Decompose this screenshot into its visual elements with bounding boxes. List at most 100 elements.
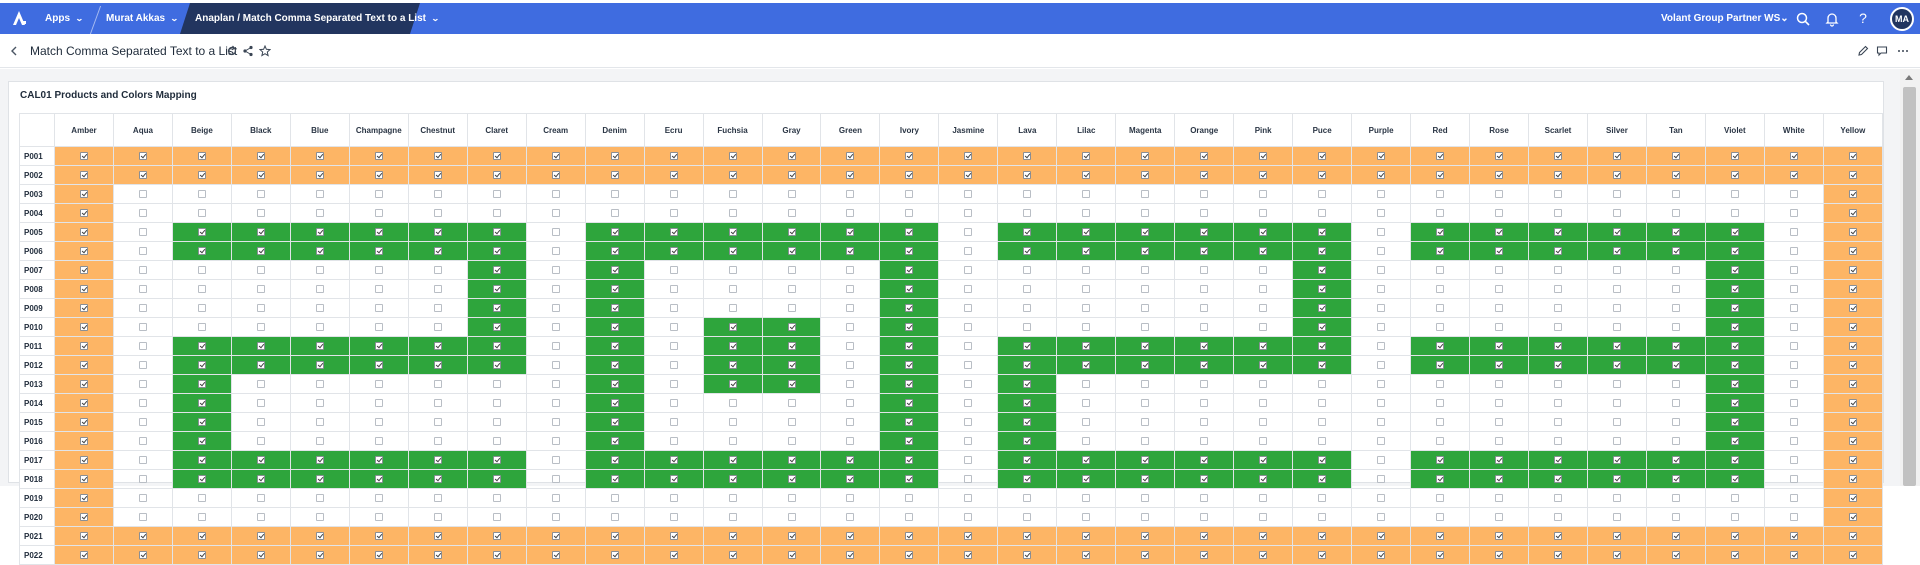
checkbox-unchecked[interactable] [1671, 284, 1680, 293]
checkbox-checked[interactable] [905, 550, 914, 559]
checkbox-unchecked[interactable] [374, 303, 383, 312]
checkbox-checked[interactable] [1318, 227, 1327, 236]
checkbox-unchecked[interactable] [1553, 417, 1562, 426]
checkbox-unchecked[interactable] [1200, 379, 1209, 388]
checkbox-checked[interactable] [374, 550, 383, 559]
checkbox-unchecked[interactable] [256, 265, 265, 274]
checkbox-unchecked[interactable] [964, 417, 973, 426]
user-menu[interactable]: Murat Akkas ⌄ [106, 3, 179, 34]
checkbox-unchecked[interactable] [846, 284, 855, 293]
checkbox-unchecked[interactable] [1612, 265, 1621, 274]
checkbox-checked[interactable] [1082, 170, 1091, 179]
checkbox-checked[interactable] [1730, 417, 1739, 426]
checkbox-checked[interactable] [1200, 227, 1209, 236]
checkbox-unchecked[interactable] [1671, 265, 1680, 274]
checkbox-checked[interactable] [79, 189, 88, 198]
checkbox-unchecked[interactable] [1377, 512, 1386, 521]
row-header[interactable]: P021 [19, 526, 55, 546]
checkbox-unchecked[interactable] [1553, 436, 1562, 445]
checkbox-checked[interactable] [492, 265, 501, 274]
checkbox-checked[interactable] [197, 170, 206, 179]
checkbox-unchecked[interactable] [669, 208, 678, 217]
checkbox-checked[interactable] [669, 151, 678, 160]
checkbox-unchecked[interactable] [728, 512, 737, 521]
checkbox-checked[interactable] [1848, 360, 1857, 369]
checkbox-unchecked[interactable] [197, 493, 206, 502]
checkbox-checked[interactable] [1141, 531, 1150, 540]
checkbox-checked[interactable] [1848, 417, 1857, 426]
checkbox-checked[interactable] [905, 360, 914, 369]
checkbox-checked[interactable] [79, 208, 88, 217]
checkbox-unchecked[interactable] [1671, 189, 1680, 198]
checkbox-unchecked[interactable] [551, 398, 560, 407]
checkbox-checked[interactable] [1141, 550, 1150, 559]
checkbox-unchecked[interactable] [256, 303, 265, 312]
checkbox-checked[interactable] [492, 341, 501, 350]
checkbox-checked[interactable] [1789, 151, 1798, 160]
comment-icon[interactable] [1876, 45, 1888, 57]
checkbox-checked[interactable] [315, 227, 324, 236]
checkbox-checked[interactable] [1848, 189, 1857, 198]
checkbox-unchecked[interactable] [138, 417, 147, 426]
checkbox-unchecked[interactable] [964, 360, 973, 369]
checkbox-checked[interactable] [492, 360, 501, 369]
checkbox-checked[interactable] [1848, 550, 1857, 559]
checkbox-checked[interactable] [1789, 170, 1798, 179]
checkbox-checked[interactable] [1671, 474, 1680, 483]
checkbox-unchecked[interactable] [1436, 284, 1445, 293]
checkbox-unchecked[interactable] [669, 417, 678, 426]
checkbox-checked[interactable] [1259, 151, 1268, 160]
checkbox-unchecked[interactable] [1377, 436, 1386, 445]
checkbox-unchecked[interactable] [1082, 265, 1091, 274]
checkbox-checked[interactable] [315, 360, 324, 369]
checkbox-checked[interactable] [197, 474, 206, 483]
checkbox-checked[interactable] [138, 151, 147, 160]
checkbox-checked[interactable] [905, 436, 914, 445]
checkbox-unchecked[interactable] [1612, 398, 1621, 407]
checkbox-checked[interactable] [1848, 303, 1857, 312]
checkbox-unchecked[interactable] [1141, 284, 1150, 293]
checkbox-unchecked[interactable] [1377, 246, 1386, 255]
checkbox-unchecked[interactable] [669, 322, 678, 331]
scrollbar-thumb[interactable] [1903, 87, 1916, 486]
checkbox-checked[interactable] [1730, 436, 1739, 445]
checkbox-checked[interactable] [197, 550, 206, 559]
checkbox-checked[interactable] [1436, 246, 1445, 255]
checkbox-unchecked[interactable] [1377, 227, 1386, 236]
checkbox-unchecked[interactable] [197, 189, 206, 198]
checkbox-unchecked[interactable] [1495, 189, 1503, 198]
checkbox-unchecked[interactable] [1612, 493, 1621, 502]
checkbox-unchecked[interactable] [1789, 417, 1798, 426]
checkbox-unchecked[interactable] [551, 474, 560, 483]
checkbox-checked[interactable] [1200, 341, 1209, 350]
checkbox-checked[interactable] [905, 379, 914, 388]
checkbox-checked[interactable] [1023, 474, 1032, 483]
checkbox-unchecked[interactable] [374, 436, 383, 445]
checkbox-checked[interactable] [846, 474, 855, 483]
checkbox-unchecked[interactable] [492, 436, 501, 445]
checkbox-unchecked[interactable] [197, 322, 206, 331]
checkbox-checked[interactable] [1377, 151, 1386, 160]
checkbox-unchecked[interactable] [315, 436, 324, 445]
checkbox-unchecked[interactable] [1259, 436, 1268, 445]
checkbox-unchecked[interactable] [846, 208, 855, 217]
checkbox-unchecked[interactable] [1023, 265, 1032, 274]
checkbox-checked[interactable] [1671, 341, 1680, 350]
checkbox-checked[interactable] [905, 341, 914, 350]
row-header[interactable]: P010 [19, 317, 55, 337]
checkbox-unchecked[interactable] [1495, 379, 1503, 388]
checkbox-unchecked[interactable] [1553, 303, 1562, 312]
checkbox-checked[interactable] [1848, 151, 1857, 160]
checkbox-checked[interactable] [610, 417, 619, 426]
column-header-claret[interactable]: Claret [466, 113, 527, 147]
checkbox-unchecked[interactable] [1436, 189, 1445, 198]
checkbox-unchecked[interactable] [1436, 493, 1445, 502]
checkbox-checked[interactable] [1082, 341, 1091, 350]
checkbox-checked[interactable] [1495, 227, 1503, 236]
checkbox-unchecked[interactable] [1495, 398, 1503, 407]
checkbox-checked[interactable] [197, 227, 206, 236]
checkbox-checked[interactable] [728, 227, 737, 236]
checkbox-unchecked[interactable] [1789, 227, 1798, 236]
checkbox-checked[interactable] [610, 265, 619, 274]
checkbox-checked[interactable] [1612, 246, 1621, 255]
